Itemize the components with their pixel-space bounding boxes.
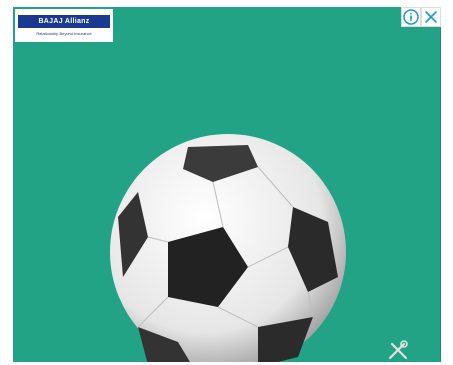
close-button[interactable] (421, 7, 441, 27)
brand-logo-text: BAJAJ Allianz (18, 15, 110, 28)
soccer-ball-image (110, 134, 346, 362)
info-button[interactable] (401, 7, 421, 27)
brand-logo: BAJAJ Allianz Relationship Beyond Insura… (15, 9, 113, 42)
wrench-screwdriver-icon (388, 340, 408, 360)
ad-banner[interactable]: BAJAJ Allianz Relationship Beyond Insura… (13, 7, 441, 362)
info-icon (403, 9, 419, 25)
close-icon (425, 11, 437, 23)
ad-controls (401, 7, 441, 27)
brand-tagline: Relationship Beyond Insurance (36, 31, 92, 36)
